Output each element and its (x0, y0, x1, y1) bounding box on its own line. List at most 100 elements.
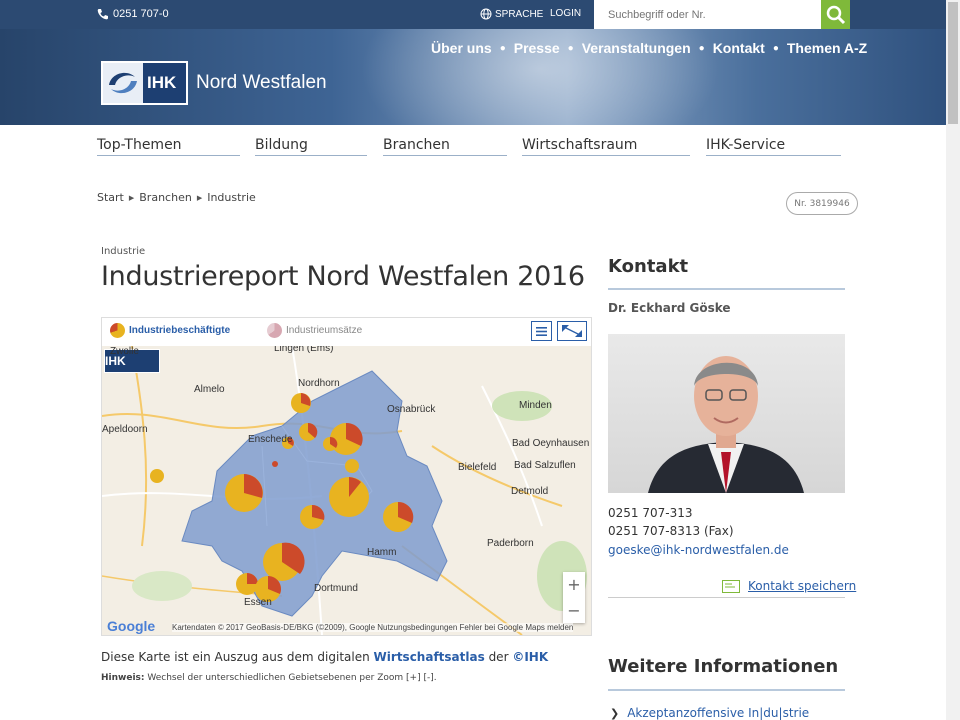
map-widget: Industriebeschäftigte Industrieumsätze I… (101, 317, 592, 636)
map-label-bad-salzuflen: Bad Salzuflen (514, 460, 576, 471)
expand-icon (562, 325, 582, 337)
map-label-apeldoorn: Apeldoorn (102, 424, 148, 435)
article-kicker: Industrie (101, 246, 146, 257)
login-link[interactable]: LOGIN (550, 8, 581, 19)
logo-name: Nord Westfalen (196, 72, 327, 93)
search-button[interactable] (821, 0, 850, 29)
hint-text: Wechsel der unterschiedlichen Gebietsebe… (147, 673, 437, 683)
page-scrollbar[interactable] (946, 0, 960, 720)
google-logo: Google (107, 618, 156, 634)
hint-label: Hinweis: (101, 673, 145, 683)
mainnav-ihk-service[interactable]: IHK-Service (706, 137, 841, 156)
more-info-heading: Weitere Informationen (608, 656, 839, 677)
chevron-right-icon: ❯ (610, 706, 620, 720)
swirl-icon (103, 63, 143, 103)
map-fullscreen-button[interactable] (557, 321, 587, 341)
search-input[interactable] (594, 0, 821, 29)
site-logo[interactable]: IHK Nord Westfalen (101, 61, 327, 105)
hamburger-icon (536, 326, 547, 336)
breadcrumb-arrow-icon: ▶ (196, 193, 203, 202)
tab-label: Industriebeschäftigte (129, 325, 231, 336)
map-label-detmold: Detmold (511, 486, 549, 497)
wirtschaftsatlas-link[interactable]: Wirtschaftsatlas (374, 650, 485, 664)
map-tabs: Industriebeschäftigte Industrieumsätze (102, 318, 591, 346)
search-box (594, 0, 850, 29)
zoom-in-button[interactable]: + (563, 572, 585, 598)
divider (608, 689, 845, 691)
nav-themen-a-z[interactable]: Themen A-Z (787, 40, 867, 56)
zoom-out-button[interactable]: − (563, 598, 585, 624)
language-switch[interactable]: SPRACHE (480, 8, 543, 20)
map-label-zwolle: Zwolle (110, 346, 139, 357)
more-info-link[interactable]: ❯ Akzeptanzoffensive In|du|strie (610, 706, 809, 720)
tab-industriebeschaeftigte[interactable]: Industriebeschäftigte (110, 323, 230, 338)
map-label-bad-oeynhausen: Bad Oeynhausen (512, 438, 590, 449)
map-label-lingen: Lingen (Ems) (274, 346, 334, 354)
site-header: IHK Nord Westfalen Über uns ● Presse ● Ver… (0, 29, 946, 125)
phone-icon (97, 9, 108, 20)
divider (608, 597, 845, 598)
nav-presse[interactable]: Presse (514, 40, 560, 56)
divider (608, 288, 845, 290)
map-label-osnabrueck: Osnabrück (387, 404, 436, 415)
mainnav-bildung[interactable]: Bildung (255, 137, 367, 156)
save-contact-label: Kontakt speichern (748, 579, 857, 593)
caption-prefix: Diese Karte ist ein Auszug aus dem digit… (101, 650, 370, 664)
globe-icon (480, 8, 492, 20)
contact-heading: Kontakt (608, 256, 689, 277)
map-label-essen: Essen (244, 597, 272, 608)
vcard-icon (722, 579, 740, 593)
breadcrumb-branchen[interactable]: Branchen (139, 191, 192, 204)
language-label: SPRACHE (495, 8, 544, 20)
contact-phone: 0251 707-313 (608, 506, 693, 520)
nav-separator: ● (567, 42, 574, 54)
pie-chart-icon (110, 323, 125, 338)
search-icon (826, 5, 845, 24)
map-label-nordhorn: Nordhorn (298, 378, 340, 389)
map-label-hamm: Hamm (367, 547, 397, 558)
nav-separator: ● (772, 42, 779, 54)
tab-label: Industrieumsätze (286, 325, 363, 336)
more-info-link-label: Akzeptanzoffensive In|du|strie (627, 706, 810, 720)
mainnav-branchen[interactable]: Branchen (383, 137, 507, 156)
breadcrumb-arrow-icon: ▶ (128, 193, 135, 202)
nav-kontakt[interactable]: Kontakt (713, 40, 765, 56)
map-label-bielefeld: Bielefeld (458, 462, 497, 473)
page-title: Industriereport Nord Westfalen 2016 (101, 261, 585, 292)
phone-link[interactable]: 0251 707-0 (97, 8, 169, 20)
ihk-link[interactable]: ©IHK (512, 650, 548, 664)
map-label-almelo: Almelo (194, 384, 225, 395)
map-zoom-control: + − (563, 572, 585, 623)
map-credits[interactable]: Kartendaten © 2017 GeoBasis-DE/BKG (©200… (172, 623, 574, 632)
map-label-dortmund: Dortmund (314, 583, 358, 594)
pie-chart-icon (267, 323, 282, 338)
tab-industrieumsaetze[interactable]: Industrieumsätze (267, 323, 362, 338)
breadcrumb-start[interactable]: Start (97, 191, 124, 204)
nav-veranstaltungen[interactable]: Veranstaltungen (582, 40, 691, 56)
contact-name: Dr. Eckhard Göske (608, 301, 731, 315)
breadcrumb-industrie[interactable]: Industrie (207, 191, 256, 204)
utility-bar: 0251 707-0 SPRACHE LOGIN (0, 0, 946, 29)
scrollbar-thumb[interactable] (948, 2, 958, 124)
map-hint: Hinweis: Wechsel der unterschiedlichen G… (101, 673, 437, 683)
contact-fax: 0251 707-8313 (Fax) (608, 524, 734, 538)
map-caption: Diese Karte ist ein Auszug aus dem digit… (101, 650, 548, 664)
logo-abbr: IHK (147, 73, 177, 92)
contact-email-link[interactable]: goeske@ihk-nordwestfalen.de (608, 543, 789, 557)
save-contact-link[interactable]: Kontakt speichern (722, 579, 856, 593)
map-label-paderborn: Paderborn (487, 538, 534, 549)
map-label-minden: Minden (519, 400, 552, 411)
map-label-enschede: Enschede (248, 434, 293, 445)
nav-ueber-uns[interactable]: Über uns (431, 40, 492, 56)
mainnav-wirtschaftsraum[interactable]: Wirtschaftsraum (522, 137, 690, 156)
top-navigation: Über uns ● Presse ● Veranstaltungen ● Konta… (431, 40, 867, 56)
document-number-badge: Nr. 3819946 (786, 192, 858, 215)
mainnav-top-themen[interactable]: Top-Themen (97, 137, 240, 156)
breadcrumb: Start ▶ Branchen ▶ Industrie (97, 191, 256, 204)
map-canvas[interactable]: IHK Zwolle Lingen (Ems) Almelo Nordhorn … (102, 346, 591, 635)
nav-separator: ● (698, 42, 705, 54)
contact-photo (608, 334, 845, 493)
caption-mid: der (488, 650, 509, 664)
map-menu-button[interactable] (531, 321, 552, 341)
phone-number: 0251 707-0 (113, 8, 169, 20)
